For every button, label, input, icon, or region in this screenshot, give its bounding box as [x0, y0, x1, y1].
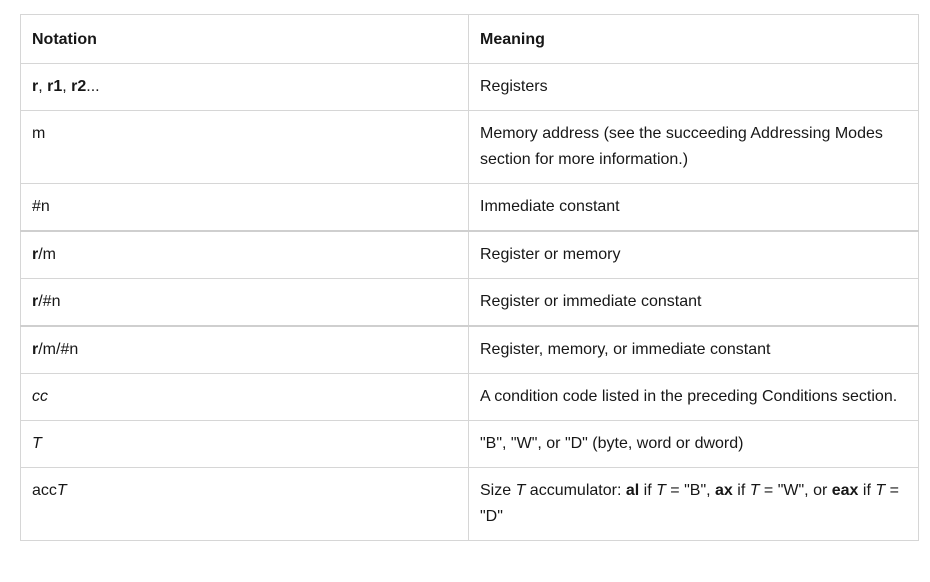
- meaning-part: T: [656, 482, 666, 499]
- notation-cell: cc: [20, 373, 469, 421]
- meaning-cell: Register or immediate constant: [468, 278, 919, 327]
- meaning-cell: Size T accumulator: al if T = "B", ax if…: [468, 467, 919, 541]
- notation-cell: r/#n: [20, 278, 469, 327]
- meaning-part: Immediate constant: [480, 198, 620, 215]
- meaning-part: Register or immediate constant: [480, 293, 702, 310]
- table-row: cc A condition code listed in the preced…: [20, 373, 919, 421]
- meaning-part: ax: [715, 482, 733, 499]
- table-row: r/#n Register or immediate constant: [20, 278, 919, 327]
- notation-cell: #n: [20, 183, 469, 232]
- meaning-part: Memory address (see the succeeding Addre…: [480, 125, 883, 168]
- notation-table: Notation Meaning r, r1, r2... Registers …: [20, 14, 919, 541]
- meaning-part: al: [625, 482, 640, 499]
- notation-part: ,: [38, 78, 48, 95]
- notation-cell: T: [20, 420, 469, 468]
- meaning-part: A condition code listed in the preceding…: [480, 388, 898, 405]
- meaning-cell: "B", "W", or "D" (byte, word or dword): [468, 420, 919, 468]
- meaning-part: Size: [480, 482, 516, 499]
- table-row: T "B", "W", or "D" (byte, word or dword): [20, 420, 919, 468]
- header-meaning: Meaning: [468, 14, 919, 64]
- notation-part: T: [32, 435, 42, 452]
- table-row: r/m/#n Register, memory, or immediate co…: [20, 325, 919, 374]
- meaning-cell: Registers: [468, 63, 919, 111]
- meaning-cell: Register, memory, or immediate constant: [468, 325, 919, 374]
- notation-part: r1: [47, 78, 63, 95]
- meaning-part: if: [858, 482, 876, 499]
- meaning-cell: Register or memory: [468, 230, 919, 279]
- notation-part: T: [56, 482, 67, 499]
- notation-cell: m: [20, 110, 469, 184]
- table-row: r, r1, r2... Registers: [20, 63, 919, 111]
- table-row: r/m Register or memory: [20, 230, 919, 279]
- meaning-part: Register, memory, or immediate constant: [480, 341, 771, 358]
- meaning-part: Register or memory: [480, 246, 621, 263]
- notation-part: /#n: [38, 293, 61, 310]
- notation-cell: accT: [20, 467, 469, 541]
- notation-cell: r, r1, r2...: [20, 63, 469, 111]
- notation-cell: r/m: [20, 230, 469, 279]
- notation-cell: r/m/#n: [20, 325, 469, 374]
- header-notation: Notation: [20, 14, 469, 64]
- notation-part: ...: [86, 78, 100, 95]
- notation-part: /m/#n: [38, 341, 79, 358]
- table-row: #n Immediate constant: [20, 183, 919, 232]
- notation-part: cc: [32, 388, 48, 405]
- notation-part: ,: [62, 78, 72, 95]
- notation-part: m: [32, 125, 46, 142]
- meaning-part: if: [732, 482, 750, 499]
- table-row: m Memory address (see the succeeding Add…: [20, 110, 919, 184]
- meaning-cell: Immediate constant: [468, 183, 919, 232]
- table-row: accT Size T accumulator: al if T = "B", …: [20, 467, 919, 541]
- notation-part: acc: [32, 482, 57, 499]
- notation-part: r2: [71, 78, 87, 95]
- table-header-row: Notation Meaning: [20, 14, 919, 64]
- notation-part: #n: [32, 198, 50, 215]
- notation-part: /m: [38, 246, 57, 263]
- meaning-part: T: [875, 482, 886, 499]
- meaning-part: if: [639, 482, 657, 499]
- meaning-part: eax: [831, 482, 859, 499]
- meaning-part: T: [515, 482, 526, 499]
- meaning-part: = "B",: [665, 482, 716, 499]
- meaning-part: accumulator:: [525, 482, 626, 499]
- meaning-cell: Memory address (see the succeeding Addre…: [468, 110, 919, 184]
- meaning-cell: A condition code listed in the preceding…: [468, 373, 919, 421]
- meaning-part: Registers: [480, 78, 548, 95]
- meaning-part: = "W", or: [759, 482, 832, 499]
- meaning-part: "B", "W", or "D" (byte, word or dword): [480, 435, 744, 452]
